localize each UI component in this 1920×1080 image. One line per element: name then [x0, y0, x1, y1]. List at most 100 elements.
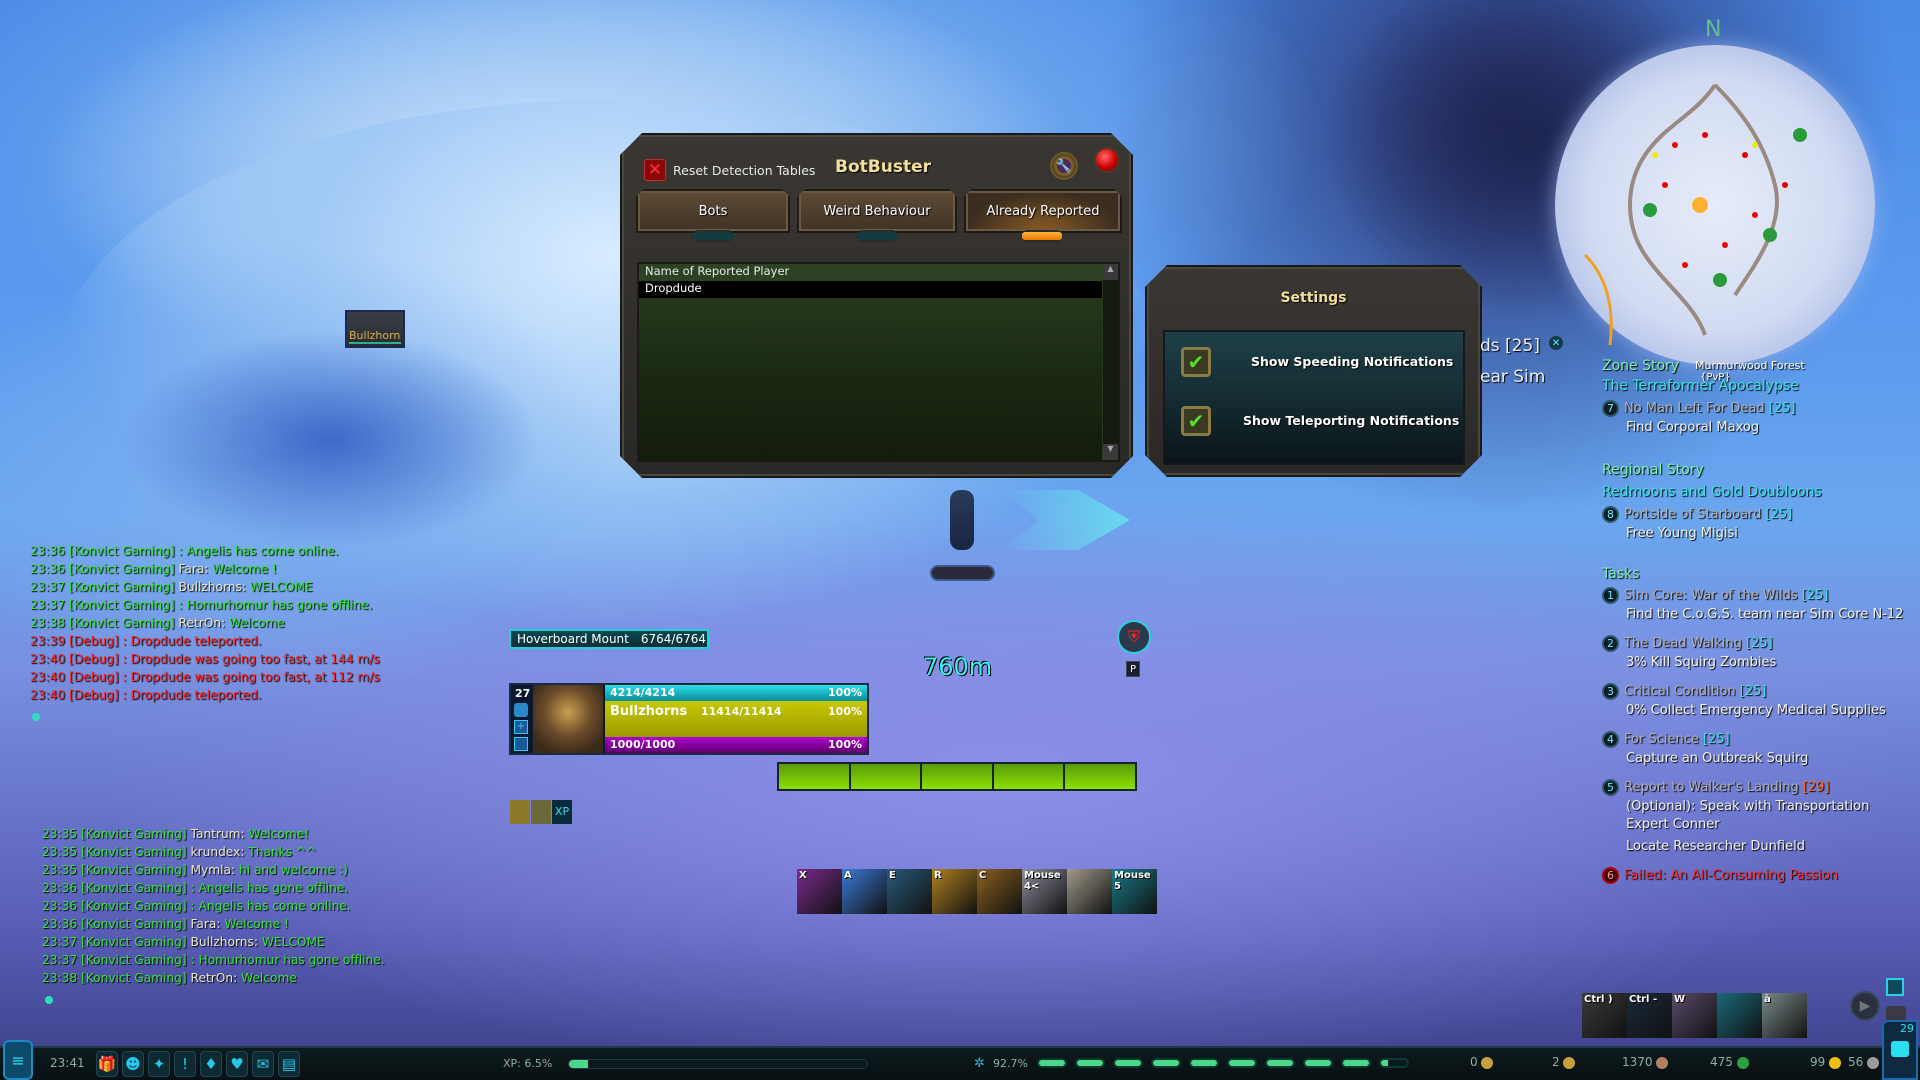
- buff-icon[interactable]: [510, 800, 530, 824]
- player-frame[interactable]: 27 + 4214/4214 100% Bullzhorns 11414/114…: [509, 683, 869, 755]
- regional-story-title[interactable]: Redmoons and Gold Doubloons: [1602, 484, 1902, 506]
- skill-slot[interactable]: Mouse 4<: [1022, 869, 1067, 914]
- chat-channel[interactable]: [Konvict Gaming]: [81, 953, 191, 967]
- chat-window-lower[interactable]: 23:35 [Konvict Gaming] Tantrum: Welcome!…: [42, 825, 385, 987]
- skill-slot[interactable]: C: [977, 869, 1022, 914]
- chat-channel[interactable]: [Konvict Gaming]: [81, 863, 191, 877]
- pvp-toggle-button[interactable]: ⛨: [1117, 620, 1151, 654]
- chat-line: 23:38 [Konvict Gaming] RetrOn: Welcome: [42, 969, 385, 987]
- skill-slot[interactable]: W: [1672, 993, 1717, 1038]
- abilities-icon[interactable]: ✦: [148, 1051, 170, 1077]
- social-icon[interactable]: ♦: [200, 1051, 222, 1077]
- chat-input-icon[interactable]: [32, 713, 40, 721]
- chat-channel[interactable]: [Konvict Gaming]: [69, 598, 179, 612]
- chat-channel[interactable]: [Konvict Gaming]: [69, 616, 179, 630]
- chat-text: hi and welcome :): [238, 863, 348, 877]
- chat-speaker[interactable]: Bullzhorns:: [179, 580, 250, 594]
- scrollbar[interactable]: ▲ ▼: [1102, 264, 1118, 460]
- task-item[interactable]: 5 Report to Walker's Landing [29]: [1602, 779, 1902, 799]
- chat-speaker[interactable]: krundex:: [191, 845, 249, 859]
- skill-keybind: Ctrl ): [1584, 994, 1613, 1005]
- zone-story-header[interactable]: Zone Story: [1602, 358, 1902, 378]
- scroll-up-arrow[interactable]: ▲: [1103, 264, 1118, 280]
- shield-bar: 4214/4214 100%: [605, 685, 867, 701]
- minimap[interactable]: N: [1555, 17, 1875, 365]
- skill-slot[interactable]: Mouse 5: [1112, 869, 1157, 914]
- chat-channel[interactable]: [Konvict Gaming]: [81, 935, 191, 949]
- settings-title: Settings: [1280, 290, 1347, 306]
- regional-story-header[interactable]: Regional Story: [1602, 462, 1902, 484]
- skill-slot[interactable]: Ctrl -: [1627, 993, 1672, 1038]
- skill-slot[interactable]: [1067, 869, 1112, 914]
- failed-task[interactable]: 6 Failed: An All-Consuming Passion: [1602, 867, 1902, 887]
- guild-icon[interactable]: ♥: [226, 1051, 248, 1077]
- main-menu-button[interactable]: ≡: [3, 1040, 33, 1080]
- window-toggle-button[interactable]: [1886, 978, 1904, 996]
- chat-channel[interactable]: [Konvict Gaming]: [81, 827, 191, 841]
- chat-speaker[interactable]: Fara:: [179, 562, 213, 576]
- quest-item[interactable]: 7 No Man Left For Dead [25]: [1602, 400, 1902, 420]
- reset-button[interactable]: ✕ Reset Detection Tables: [644, 159, 815, 181]
- mount-value: 6764/6764: [640, 632, 706, 646]
- settings-gear-button[interactable]: 🔧: [1050, 152, 1078, 180]
- skill-slot[interactable]: Ctrl ): [1582, 993, 1627, 1038]
- chat-channel[interactable]: [Konvict Gaming]: [81, 899, 191, 913]
- close-button[interactable]: [1094, 147, 1120, 173]
- list-row[interactable]: Dropdude: [639, 281, 1104, 298]
- tab-weird-behaviour[interactable]: Weird Behaviour: [797, 189, 957, 233]
- chat-channel[interactable]: [Debug]: [69, 670, 122, 684]
- quest-item[interactable]: 8 Portside of Starboard [25]: [1602, 506, 1902, 526]
- xp-buff-icon[interactable]: XP: [552, 800, 572, 824]
- task-item[interactable]: 4 For Science [25]: [1602, 731, 1902, 751]
- health-value: 11414/11414: [701, 705, 782, 718]
- skill-slot[interactable]: A: [842, 869, 887, 914]
- chat-channel[interactable]: [Debug]: [69, 688, 122, 702]
- checkmark-icon: ✔: [1187, 409, 1205, 433]
- speeding-checkbox[interactable]: ✔: [1181, 347, 1211, 377]
- chat-speaker[interactable]: Mymla:: [191, 863, 239, 877]
- gift-icon[interactable]: 🎁: [96, 1051, 118, 1077]
- path-icon: ✲: [974, 1056, 985, 1071]
- chat-time: 23:36: [42, 881, 81, 895]
- play-button[interactable]: ▶: [1850, 991, 1880, 1021]
- tab-already-reported[interactable]: Already Reported: [964, 189, 1122, 233]
- chat-speaker[interactable]: Bullzhorns:: [191, 935, 262, 949]
- chat-speaker[interactable]: Fara:: [191, 917, 225, 931]
- skill-slot[interactable]: R: [932, 869, 977, 914]
- chat-channel[interactable]: [Debug]: [69, 652, 122, 666]
- chat-speaker[interactable]: RetrOn:: [179, 616, 230, 630]
- calendar-button[interactable]: 29: [1882, 1020, 1918, 1080]
- scroll-down-arrow[interactable]: ▼: [1103, 444, 1118, 460]
- chat-speaker[interactable]: Tantrum:: [191, 827, 249, 841]
- chat-channel[interactable]: [Konvict Gaming]: [81, 917, 191, 931]
- chat-input-icon[interactable]: [45, 996, 53, 1004]
- chat-channel[interactable]: [Konvict Gaming]: [81, 845, 191, 859]
- task-item[interactable]: 1 Sim Core: War of the Wilds [25]: [1602, 587, 1902, 607]
- buff-icon[interactable]: [531, 800, 551, 824]
- teleporting-checkbox[interactable]: ✔: [1181, 406, 1211, 436]
- zone-story-title[interactable]: The Terraformer Apocalypse: [1602, 378, 1902, 400]
- skill-slot[interactable]: à: [1762, 993, 1807, 1038]
- chat-channel[interactable]: [Konvict Gaming]: [69, 562, 179, 576]
- task-item[interactable]: 2 The Dead Walking [25]: [1602, 635, 1902, 655]
- tab-bots[interactable]: Bots: [636, 189, 790, 233]
- lore-icon[interactable]: ▤: [278, 1051, 300, 1077]
- tasks-header[interactable]: Tasks: [1602, 566, 1902, 587]
- chat-channel[interactable]: [Konvict Gaming]: [69, 544, 179, 558]
- target-nameplate[interactable]: Bullzhorns: [345, 310, 405, 348]
- skill-slot[interactable]: [1717, 993, 1762, 1038]
- chat-channel[interactable]: [Konvict Gaming]: [81, 881, 191, 895]
- quest-log-icon[interactable]: !: [174, 1051, 196, 1077]
- chat-channel[interactable]: [Konvict Gaming]: [69, 580, 179, 594]
- skill-slot[interactable]: X: [797, 869, 842, 914]
- character-icon[interactable]: ☻: [122, 1051, 144, 1077]
- skill-slot[interactable]: E: [887, 869, 932, 914]
- settings-panel: ✔ Show Speeding Notifications ✔ Show Tel…: [1163, 330, 1465, 465]
- chat-speaker[interactable]: RetrOn:: [191, 971, 242, 985]
- task-item[interactable]: 3 Critical Condition [25]: [1602, 683, 1902, 703]
- mail-icon[interactable]: ✉: [252, 1051, 274, 1077]
- mount-label: Hoverboard Mount: [517, 632, 629, 646]
- chat-channel[interactable]: [Konvict Gaming]: [81, 971, 191, 985]
- chat-channel[interactable]: [Debug]: [69, 634, 122, 648]
- chat-window-upper[interactable]: 23:36 [Konvict Gaming] : Angelis has com…: [30, 542, 380, 704]
